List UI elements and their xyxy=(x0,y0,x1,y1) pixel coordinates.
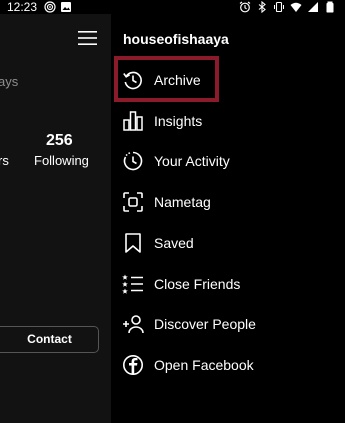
signal-icon xyxy=(308,2,318,12)
menu-label: Open Facebook xyxy=(154,357,254,373)
menu-label: Insights xyxy=(154,113,203,129)
status-time: 12:23 xyxy=(7,0,38,14)
status-bar: 12:23 xyxy=(0,0,345,14)
menu-item-open-facebook[interactable]: Open Facebook xyxy=(111,347,345,383)
menu-item-insights[interactable]: Insights xyxy=(111,103,345,139)
image-icon xyxy=(61,2,71,12)
target-icon xyxy=(44,1,56,13)
followers-label-fragment[interactable]: rs xyxy=(0,153,9,168)
bluetooth-icon xyxy=(258,1,266,13)
profile-panel: ays rs 256 Following Contact xyxy=(0,14,111,423)
activity-icon xyxy=(123,151,143,171)
battery-icon xyxy=(326,1,334,13)
menu-item-saved[interactable]: Saved xyxy=(111,225,345,261)
nametag-icon xyxy=(123,192,143,212)
insights-icon xyxy=(123,111,143,131)
menu-label: Your Activity xyxy=(154,153,230,169)
menu-item-nametag[interactable]: Nametag xyxy=(111,184,345,220)
following-count[interactable]: 256 xyxy=(46,132,73,150)
menu-item-close-friends[interactable]: Close Friends xyxy=(111,266,345,302)
status-right-icons xyxy=(239,1,336,13)
highlight-box xyxy=(114,56,219,102)
drawer-username: houseofishaaya xyxy=(123,31,229,47)
facebook-icon xyxy=(123,355,143,375)
menu-item-your-activity[interactable]: Your Activity xyxy=(111,143,345,179)
close-friends-icon xyxy=(122,274,143,294)
bookmark-icon xyxy=(125,233,141,253)
menu-item-discover-people[interactable]: Discover People xyxy=(111,306,345,342)
hamburger-menu-icon[interactable] xyxy=(78,30,97,46)
following-label[interactable]: Following xyxy=(34,153,89,168)
menu-label: Nametag xyxy=(154,194,211,210)
vibrate-icon xyxy=(274,1,284,13)
menu-label: Saved xyxy=(154,235,194,251)
contact-button[interactable]: Contact xyxy=(0,326,99,353)
add-person-icon xyxy=(123,315,144,334)
alarm-icon xyxy=(239,1,251,13)
wifi-icon xyxy=(290,2,302,12)
profile-bio-fragment: ays xyxy=(0,74,19,89)
status-left-icons xyxy=(44,1,72,13)
menu-label: Close Friends xyxy=(154,276,241,292)
menu-label: Discover People xyxy=(154,316,256,332)
